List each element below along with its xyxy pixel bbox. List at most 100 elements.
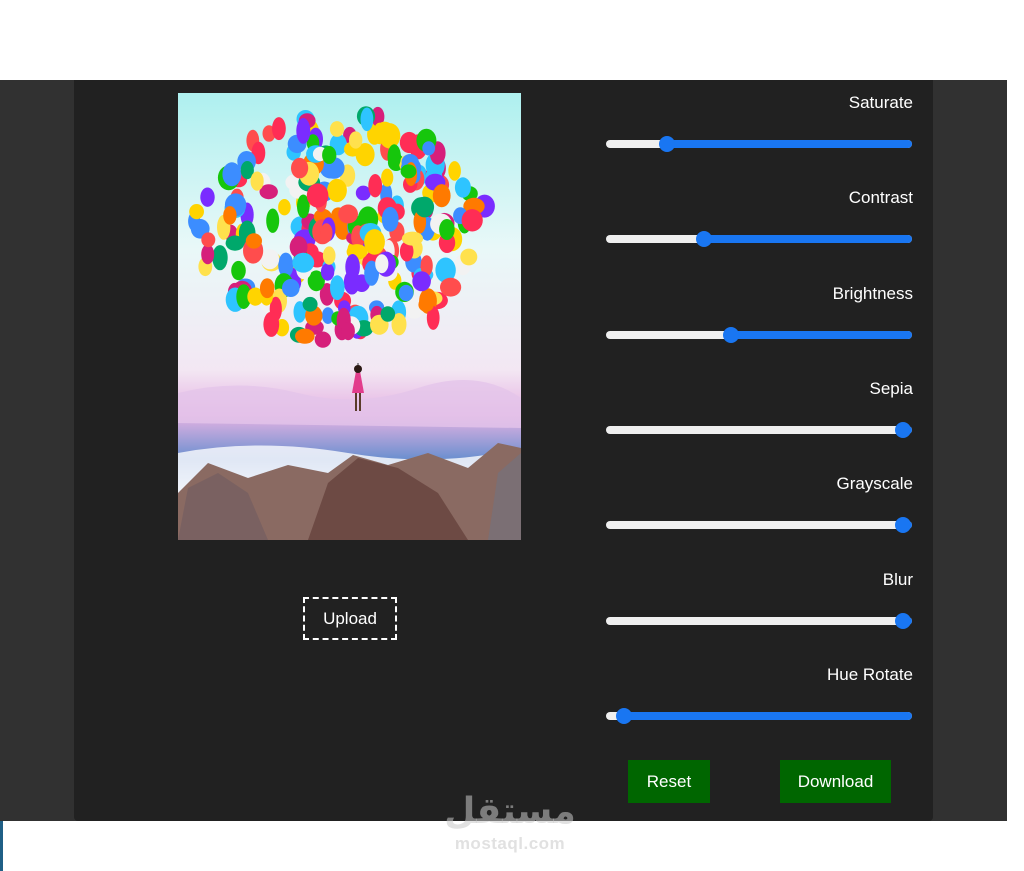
balloon xyxy=(341,322,355,341)
balloon xyxy=(320,223,333,243)
filter-sepia-label: Sepia xyxy=(869,378,913,398)
balloon xyxy=(368,174,383,198)
balloon xyxy=(295,328,315,344)
filter-contrast-label: Contrast xyxy=(848,188,913,208)
balloon xyxy=(422,141,436,156)
filter-hue-rotate-slider-fill xyxy=(624,711,912,720)
filter-brightness-slider-thumb[interactable] xyxy=(723,326,740,343)
balloon xyxy=(291,157,309,179)
balloon xyxy=(259,278,275,299)
balloon xyxy=(292,252,315,273)
filter-grayscale-label: Grayscale xyxy=(836,474,913,494)
app-background: Upload Saturate Contrast Brightness Sepia Gr… xyxy=(0,80,1007,821)
watermark-text: mostaql.com xyxy=(454,834,566,853)
filter-hue-rotate-label: Hue Rotate xyxy=(827,664,913,684)
balloon xyxy=(373,122,386,145)
filter-brightness-slider[interactable] xyxy=(606,326,912,343)
balloon xyxy=(231,260,246,281)
filter-saturate: Saturate xyxy=(606,93,913,155)
balloon xyxy=(314,331,332,348)
balloon xyxy=(448,161,461,181)
watermark: مستقل mostaql.com xyxy=(440,790,580,854)
filter-contrast-slider[interactable] xyxy=(606,231,912,248)
balloon xyxy=(302,296,318,312)
balloon xyxy=(432,184,451,208)
balloon xyxy=(380,306,396,322)
balloon xyxy=(412,271,431,292)
balloon xyxy=(461,209,483,232)
balloon xyxy=(364,229,385,255)
filter-hue-rotate-slider-thumb[interactable] xyxy=(616,707,633,724)
filter-sepia: Sepia xyxy=(606,379,913,441)
balloon xyxy=(415,196,435,218)
balloon xyxy=(212,245,228,271)
watermark-logo: مستقل xyxy=(444,791,576,832)
balloon xyxy=(381,206,399,232)
balloon xyxy=(245,233,262,249)
balloon xyxy=(387,144,401,170)
balloon xyxy=(327,178,347,203)
balloon xyxy=(418,297,434,312)
balloon xyxy=(322,246,336,265)
balloon xyxy=(223,206,237,225)
balloon xyxy=(329,121,345,137)
balloons-image xyxy=(178,93,521,540)
filter-contrast: Contrast xyxy=(606,188,913,250)
balloon xyxy=(263,311,280,337)
balloon xyxy=(399,131,419,154)
balloon xyxy=(266,208,280,233)
filter-saturate-slider[interactable] xyxy=(606,136,912,152)
balloon xyxy=(306,183,329,208)
filter-saturate-slider-fill xyxy=(667,140,912,148)
balloon xyxy=(330,275,345,301)
filter-saturate-slider-thumb[interactable] xyxy=(659,136,676,152)
balloon xyxy=(349,131,363,149)
filter-brightness: Brightness xyxy=(606,284,913,346)
balloon xyxy=(201,232,216,248)
filter-grayscale-slider-thumb[interactable] xyxy=(894,517,911,534)
balloon xyxy=(322,146,337,164)
balloon xyxy=(189,204,204,220)
filter-contrast-slider-fill xyxy=(703,235,912,244)
filter-brightness-label: Brightness xyxy=(832,283,913,303)
filter-contrast-slider-thumb[interactable] xyxy=(695,231,712,248)
balloon xyxy=(201,244,215,265)
balloon xyxy=(278,199,291,216)
reset-button[interactable]: Reset xyxy=(628,760,710,803)
balloon xyxy=(400,164,417,179)
page: Upload Saturate Contrast Brightness Sepia Gr… xyxy=(0,0,1024,871)
filter-blur-slider-thumb[interactable] xyxy=(894,612,911,629)
balloon xyxy=(398,284,414,302)
filter-sepia-slider-thumb[interactable] xyxy=(894,421,911,438)
upload-button[interactable]: Upload xyxy=(303,597,397,640)
balloon xyxy=(320,263,335,281)
filter-saturate-label: Saturate xyxy=(848,93,913,112)
balloon xyxy=(272,117,286,141)
balloon xyxy=(401,231,424,246)
download-button[interactable]: Download xyxy=(780,760,891,803)
filter-brightness-slider-fill xyxy=(731,330,912,339)
edge-divider xyxy=(0,821,3,871)
balloon xyxy=(375,254,389,274)
balloon xyxy=(282,279,300,297)
balloon xyxy=(296,118,311,144)
editor-panel: Upload Saturate Contrast Brightness Sepia Gr… xyxy=(74,80,933,821)
balloon xyxy=(439,219,455,240)
balloon xyxy=(381,168,394,187)
balloon xyxy=(250,171,264,191)
filter-hue-rotate-slider[interactable] xyxy=(606,707,912,724)
filter-blur-slider[interactable] xyxy=(606,612,912,629)
balloon xyxy=(460,248,478,266)
filter-grayscale-slider[interactable] xyxy=(606,517,912,534)
filter-blur-label: Blur xyxy=(882,569,913,589)
balloon xyxy=(338,204,358,224)
filter-grayscale: Grayscale xyxy=(606,474,913,536)
balloon xyxy=(360,107,374,132)
filter-blur: Blur xyxy=(606,570,913,632)
filter-hue-rotate: Hue Rotate xyxy=(606,665,913,727)
filter-sepia-slider[interactable] xyxy=(606,421,912,438)
image-preview xyxy=(178,93,521,540)
balloon xyxy=(260,249,280,270)
balloon xyxy=(200,187,215,207)
balloon xyxy=(440,277,462,297)
